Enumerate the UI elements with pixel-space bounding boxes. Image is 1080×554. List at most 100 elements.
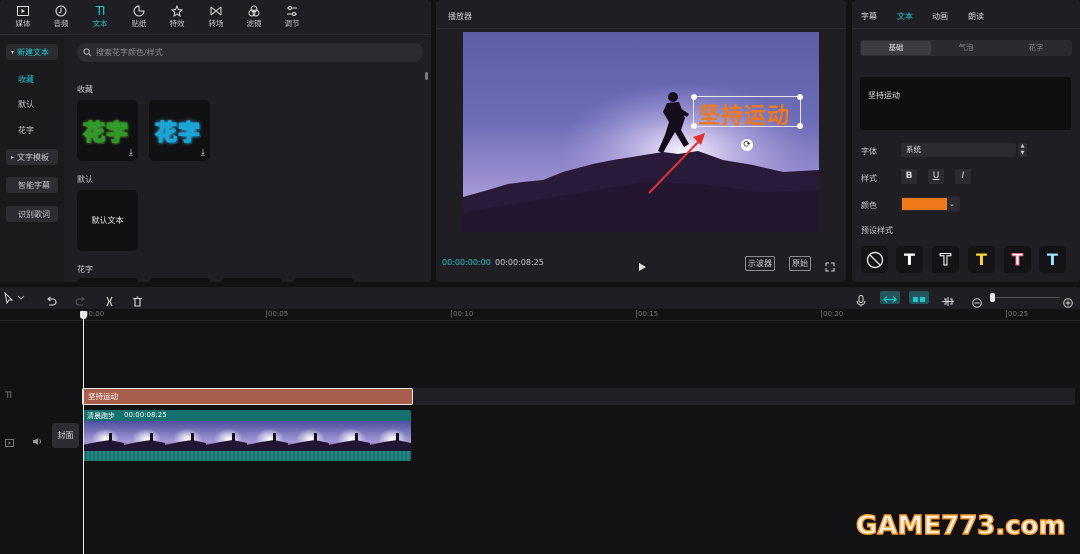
inspector-tab-1[interactable]: 文本 xyxy=(897,11,913,22)
toolbar-tab-sticker[interactable]: 贴纸 xyxy=(124,4,154,29)
library-scrollbar[interactable] xyxy=(425,72,428,80)
media-icon xyxy=(8,4,38,17)
sidebar-item-huazi[interactable]: 花字 xyxy=(6,122,58,138)
text-clip[interactable]: 坚持运动 xyxy=(82,388,413,405)
video-preview[interactable]: 坚持运动 ⟳ xyxy=(463,32,819,232)
annotation-arrow-icon xyxy=(648,133,705,194)
text-overlay-box[interactable]: 坚持运动 xyxy=(691,94,803,129)
resize-handle[interactable] xyxy=(797,123,803,129)
style-label: 样式 xyxy=(861,174,877,183)
watermark-logo: GAME773.com xyxy=(855,510,1066,542)
search-input[interactable]: 搜索花字颜色/样式 xyxy=(77,43,423,62)
zoom-slider-track[interactable] xyxy=(990,297,1060,298)
toolbar-tab-label: 媒体 xyxy=(15,19,31,28)
effects-icon xyxy=(162,4,192,17)
fullscreen-button[interactable] xyxy=(825,257,835,276)
cover-button[interactable]: 封面 xyxy=(52,423,79,448)
auto-snap-button[interactable] xyxy=(909,291,929,304)
subtab-basic[interactable]: 基础 xyxy=(861,41,931,55)
waveform-button[interactable]: 示波器 xyxy=(745,256,775,271)
sidebar-item-new-text[interactable]: ▾ 新建文本 xyxy=(6,44,58,60)
preset-yellow[interactable]: T xyxy=(968,246,995,273)
video-thumbnails xyxy=(83,421,411,451)
toolbar-tab-effects[interactable]: 特效 xyxy=(162,4,192,29)
resize-handle[interactable] xyxy=(691,94,697,100)
overlay-text: 坚持运动 xyxy=(698,104,791,129)
sidebar-item-auto-captions[interactable]: 智能字幕 xyxy=(6,177,58,193)
font-select[interactable]: 系统 xyxy=(901,143,1016,157)
subtab-bubble[interactable]: 气泡 xyxy=(931,41,1001,55)
text-icon: TI xyxy=(95,3,106,18)
mute-button[interactable] xyxy=(32,431,42,450)
rotate-handle[interactable]: ⟳ xyxy=(741,139,753,151)
original-ratio-button[interactable]: 原始 xyxy=(789,256,811,271)
playhead-handle[interactable] xyxy=(80,311,87,319)
inspector-tab-3[interactable]: 朗读 xyxy=(968,11,984,22)
timeline-ruler[interactable] xyxy=(0,309,1080,321)
color-swatch xyxy=(902,198,947,210)
adjust-icon xyxy=(277,4,307,17)
toolbar-tab-text[interactable]: TI 文本 xyxy=(85,4,115,29)
divider xyxy=(0,34,431,35)
text-track-icon: TI xyxy=(5,391,12,401)
inspector-tab-0[interactable]: 字幕 xyxy=(861,11,877,22)
color-picker[interactable]: ⌄ xyxy=(901,197,960,211)
font-label: 字体 xyxy=(861,147,877,156)
section-title-default: 默认 xyxy=(77,175,93,184)
cursor-icon xyxy=(4,291,25,305)
preset-white[interactable]: T xyxy=(896,246,923,273)
video-clip-duration: 00:00:08:25 xyxy=(124,411,167,419)
ruler-tick-mark xyxy=(266,310,267,318)
main-track-magnet-button[interactable] xyxy=(880,291,900,304)
sidebar-item-text-template[interactable]: ▸ 文字模板 xyxy=(6,149,58,165)
ruler-tick-label: 00:20 xyxy=(823,310,844,318)
huazi-card-green[interactable]: 花字 ⤓ xyxy=(77,100,138,161)
ruler-tick-label: 00:05 xyxy=(268,310,289,318)
text-content-input[interactable]: 坚持运动 xyxy=(860,77,1071,130)
huazi-card-cyan[interactable]: 花字 ⤓ xyxy=(149,100,210,161)
player-panel: 播放器 坚持运动 ⟳ 00:00:00:00 00:00:08:25 示波器 原… xyxy=(436,0,846,282)
zoom-slider-handle[interactable] xyxy=(990,293,995,302)
snap-icon xyxy=(913,297,925,302)
toolbar-tab-adjust[interactable]: 调节 xyxy=(277,4,307,29)
default-text-card[interactable]: 默认文本 xyxy=(77,190,138,251)
ruler-tick-label: 00:25 xyxy=(1008,310,1029,318)
bold-button[interactable]: B xyxy=(901,169,917,184)
toolbar-tab-audio[interactable]: 音频 xyxy=(46,4,76,29)
toolbar-tab-label: 贴纸 xyxy=(131,19,147,28)
inspector-tab-2[interactable]: 动画 xyxy=(932,11,948,22)
video-track-icon xyxy=(5,432,14,451)
select-tool-button[interactable] xyxy=(4,291,26,307)
subtab-huazi[interactable]: 花字 xyxy=(1001,41,1071,55)
sidebar-item-lyrics[interactable]: 识别歌词 xyxy=(6,206,58,222)
resize-handle[interactable] xyxy=(797,94,803,100)
redo-icon xyxy=(75,296,85,306)
chevron-down-icon: ⌄ xyxy=(949,200,955,208)
toolbar-tab-filter[interactable]: 滤镜 xyxy=(239,4,269,29)
search-icon xyxy=(83,48,92,57)
ruler-tick-label: 00:10 xyxy=(453,310,474,318)
toolbar-tab-label: 转场 xyxy=(208,19,224,28)
italic-button[interactable]: I xyxy=(955,169,971,184)
toolbar-tab-transition[interactable]: 转场 xyxy=(201,4,231,29)
play-button[interactable] xyxy=(637,257,647,276)
toolbar-tab-label: 调节 xyxy=(284,19,300,28)
undo-icon xyxy=(47,296,57,306)
sidebar-item-default[interactable]: 默认 xyxy=(6,96,58,112)
preset-none[interactable] xyxy=(861,246,888,273)
inspector-panel: 字幕 文本 动画 朗读 基础 气泡 花字 坚持运动 字体 系统 ▲ ▼ 样式 B U I… xyxy=(852,0,1080,282)
underline-button[interactable]: U xyxy=(928,169,944,184)
player-title: 播放器 xyxy=(448,12,472,21)
video-clip[interactable]: 清晨跑步 00:00:08:25 xyxy=(83,410,411,461)
toolbar-tab-media[interactable]: 媒体 xyxy=(8,4,38,29)
color-label: 颜色 xyxy=(861,201,877,210)
playhead[interactable] xyxy=(83,314,84,554)
font-stepper[interactable]: ▲ ▼ xyxy=(1018,143,1027,157)
download-icon[interactable]: ⤓ xyxy=(201,148,205,158)
preset-pink[interactable]: T xyxy=(1004,246,1031,273)
preset-blue[interactable]: T xyxy=(1039,246,1066,273)
download-icon[interactable]: ⤓ xyxy=(129,148,133,158)
sidebar-item-favorites[interactable]: 收藏 xyxy=(6,71,58,87)
preset-outline[interactable]: T xyxy=(932,246,959,273)
huazi-preview: 花字 xyxy=(154,120,202,146)
